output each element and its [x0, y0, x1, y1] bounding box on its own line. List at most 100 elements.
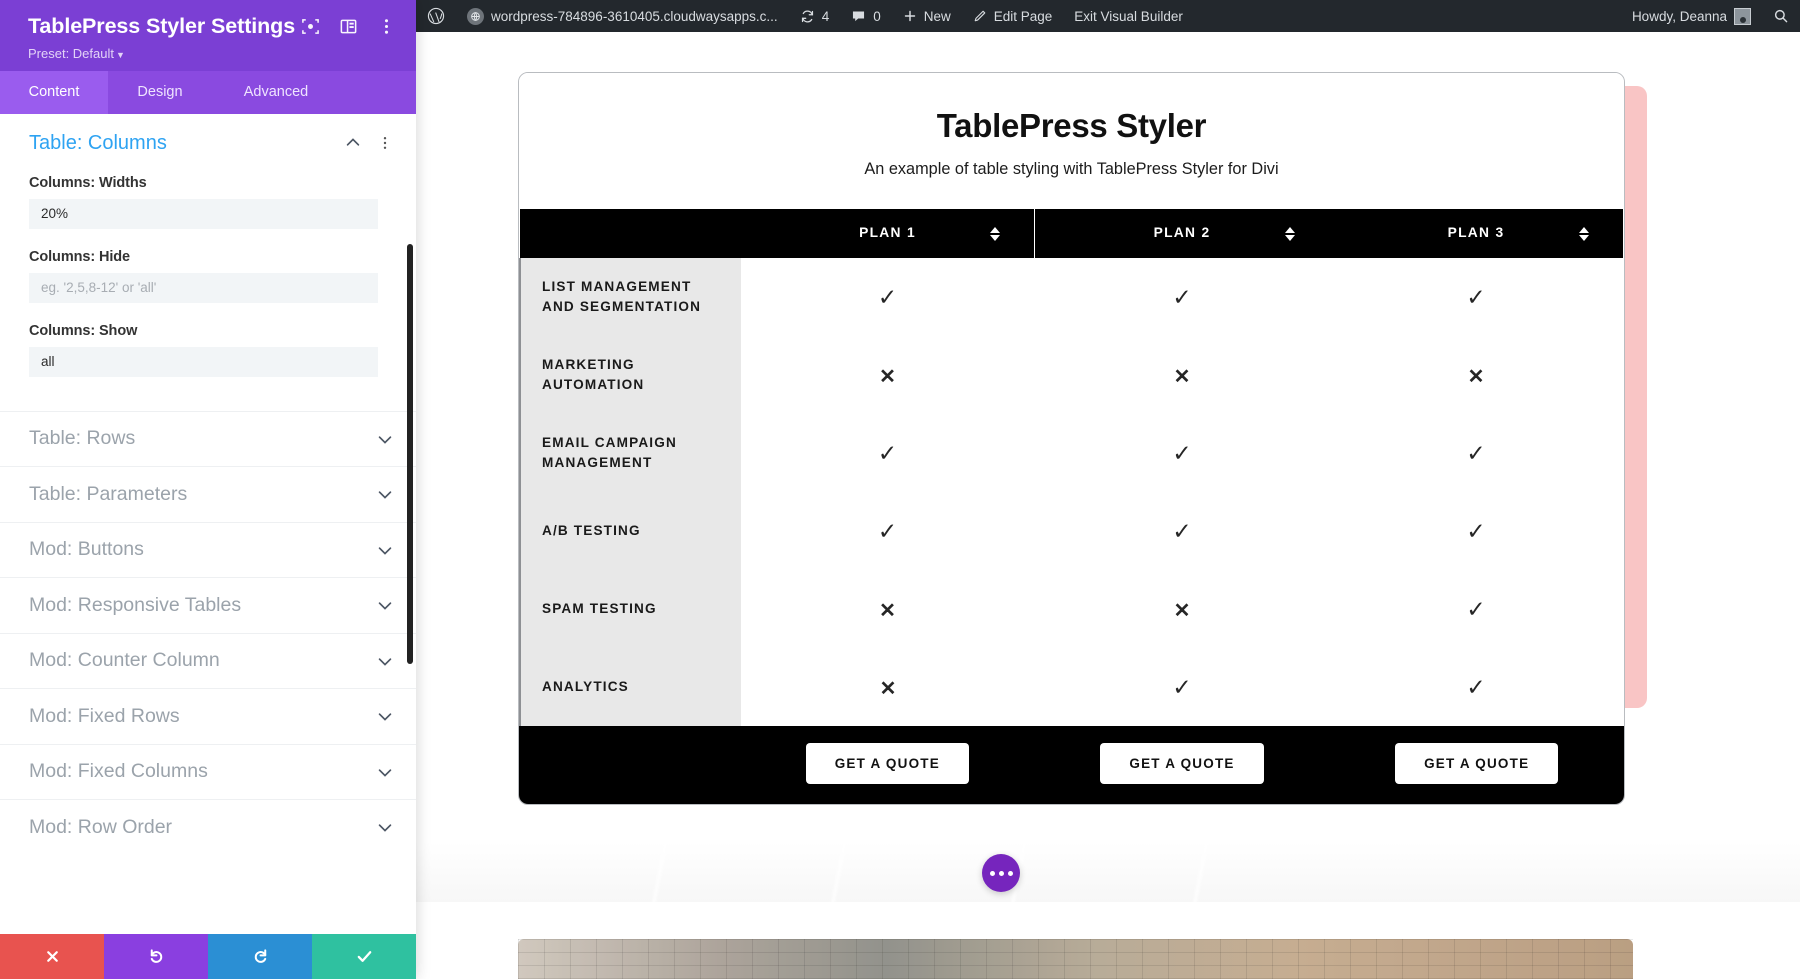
layout-toggle-icon[interactable] — [339, 17, 358, 36]
chevron-down-icon[interactable] — [376, 652, 394, 670]
cell-plan-2 — [1035, 492, 1329, 570]
chevron-down-icon[interactable] — [376, 485, 394, 503]
chevron-down-icon[interactable] — [376, 541, 394, 559]
cell-plan-2 — [1035, 570, 1329, 648]
sort-arrows-icon[interactable] — [1285, 226, 1295, 241]
updates-menu[interactable]: 4 — [789, 0, 841, 32]
section-label: Mod: Row Order — [29, 815, 173, 838]
user-account-menu[interactable]: Howdy, Deanna — [1621, 0, 1762, 32]
site-name-menu[interactable]: wordpress-784896-3610405.cloudwaysapps.c… — [456, 0, 789, 32]
table-header-row: PLAN 1 PLAN 2 PLAN 3 — [520, 209, 1623, 258]
section-table-parameters[interactable]: Table: Parameters — [0, 466, 416, 522]
cell-plan-3 — [1329, 492, 1623, 570]
row-feature-label: EMAIL CAMPAIGN MANAGEMENT — [519, 414, 741, 492]
tab-content[interactable]: Content — [0, 70, 108, 114]
section-table-columns-header[interactable]: Table: Columns — [0, 132, 416, 155]
target-icon[interactable] — [301, 17, 320, 36]
cell-plan-1 — [741, 414, 1035, 492]
comments-count: 0 — [873, 8, 881, 24]
section-label: Mod: Counter Column — [29, 649, 220, 672]
cancel-button[interactable] — [0, 934, 104, 979]
check-icon — [1466, 284, 1485, 310]
get-a-quote-button-plan-2[interactable]: GET A QUOTE — [1100, 743, 1264, 784]
dot — [1007, 870, 1013, 876]
section-label: Mod: Fixed Columns — [29, 760, 208, 783]
new-label: New — [923, 8, 951, 24]
settings-panel-header: TablePress Styler Settings Preset: Defau… — [0, 0, 416, 71]
comments-menu[interactable]: 0 — [840, 0, 892, 32]
cell-plan-3 — [1329, 570, 1623, 648]
section-mod-fixed-columns[interactable]: Mod: Fixed Columns — [0, 743, 416, 800]
save-button[interactable] — [312, 934, 416, 979]
get-a-quote-button-plan-1[interactable]: GET A QUOTE — [805, 743, 969, 784]
section-table-rows[interactable]: Table: Rows — [0, 410, 416, 467]
cell-plan-2 — [1035, 258, 1329, 336]
table-card: TablePress Styler An example of table st… — [518, 72, 1625, 805]
preset-label: Preset: Default — [28, 45, 114, 61]
sort-arrows-icon[interactable] — [990, 226, 1000, 241]
chevron-up-icon[interactable] — [344, 134, 362, 152]
columns-widths-input[interactable]: 20% — [29, 198, 378, 229]
section-mod-buttons[interactable]: Mod: Buttons — [0, 521, 416, 578]
tab-design[interactable]: Design — [108, 71, 212, 114]
row-feature-label: A/B TESTING — [519, 492, 741, 570]
settings-panel: TablePress Styler Settings Preset: Defau… — [0, 0, 416, 979]
check-icon — [1172, 440, 1191, 466]
check-icon — [1466, 518, 1485, 544]
wordpress-logo-icon[interactable] — [416, 0, 456, 32]
wp-admin-bar: wordpress-784896-3610405.cloudwaysapps.c… — [416, 0, 1800, 32]
section-more-icon[interactable] — [376, 134, 394, 152]
cross-icon — [880, 674, 897, 700]
chevron-down-icon[interactable] — [376, 707, 394, 725]
chevron-down-icon[interactable] — [376, 430, 394, 448]
columns-show-input[interactable]: all — [29, 346, 378, 377]
column-header-plan-2[interactable]: PLAN 2 — [1035, 209, 1329, 258]
chevron-down-icon[interactable] — [376, 818, 394, 836]
field-label: Columns: Widths — [29, 174, 147, 191]
cell-plan-1 — [741, 492, 1035, 570]
section-mod-counter-column[interactable]: Mod: Counter Column — [0, 632, 416, 689]
column-header-feature[interactable] — [520, 209, 741, 258]
table-body: LIST MANAGEMENT AND SEGMENTATION MARKETI… — [519, 258, 1623, 726]
section-mod-fixed-rows[interactable]: Mod: Fixed Rows — [0, 688, 416, 744]
columns-hide-input[interactable]: eg. '2,5,8-12' or 'all' — [29, 272, 378, 303]
cell-plan-2 — [1035, 648, 1329, 726]
get-a-quote-button-plan-3[interactable]: GET A QUOTE — [1395, 743, 1559, 784]
more-vertical-icon[interactable] — [377, 17, 396, 36]
edit-page-link[interactable]: Edit Page — [962, 0, 1064, 32]
table-row: EMAIL CAMPAIGN MANAGEMENT — [519, 414, 1623, 492]
section-mod-responsive-tables[interactable]: Mod: Responsive Tables — [0, 577, 416, 633]
exit-visual-builder-link[interactable]: Exit Visual Builder — [1063, 0, 1194, 32]
cell-plan-3 — [1329, 414, 1623, 492]
settings-panel-body: Table: Columns Columns: Widths 20% Colum… — [0, 113, 416, 934]
section-label: Mod: Fixed Rows — [29, 704, 180, 727]
table-row: A/B TESTING — [519, 492, 1623, 570]
chevron-down-icon[interactable] — [376, 596, 394, 614]
column-header-label: PLAN 2 — [1153, 225, 1211, 240]
sort-arrows-icon[interactable] — [1579, 226, 1589, 241]
check-icon — [1466, 596, 1485, 622]
site-icon — [467, 7, 484, 25]
preset-selector[interactable]: Preset: Default ▼ — [28, 46, 396, 61]
check-icon — [878, 440, 897, 466]
divi-builder-fab-button[interactable] — [982, 854, 1020, 892]
column-header-plan-1[interactable]: PLAN 1 — [741, 209, 1035, 258]
table-footer: GET A QUOTE GET A QUOTE GET A QUOTE — [519, 726, 1624, 804]
chevron-down-icon[interactable] — [376, 763, 394, 781]
redo-button[interactable] — [208, 934, 312, 979]
settings-panel-scrollbar[interactable] — [407, 243, 413, 664]
column-header-label: PLAN 1 — [859, 225, 916, 240]
section-mod-row-order[interactable]: Mod: Row Order — [0, 799, 416, 855]
field-label: Columns: Hide — [29, 248, 131, 265]
column-header-plan-3[interactable]: PLAN 3 — [1329, 209, 1623, 258]
page-title: TablePress Styler Settings — [28, 14, 296, 38]
field-columns-hide: Columns: Hide eg. '2,5,8-12' or 'all' — [0, 249, 416, 303]
tab-advanced[interactable]: Advanced — [212, 71, 340, 114]
search-icon[interactable] — [1762, 0, 1800, 32]
check-icon — [1466, 440, 1485, 466]
edit-page-label: Edit Page — [993, 8, 1053, 24]
table-header-area: TablePress Styler An example of table st… — [519, 73, 1624, 209]
cell-plan-2 — [1035, 336, 1329, 414]
undo-button[interactable] — [104, 934, 208, 979]
new-content-menu[interactable]: New — [892, 0, 962, 32]
